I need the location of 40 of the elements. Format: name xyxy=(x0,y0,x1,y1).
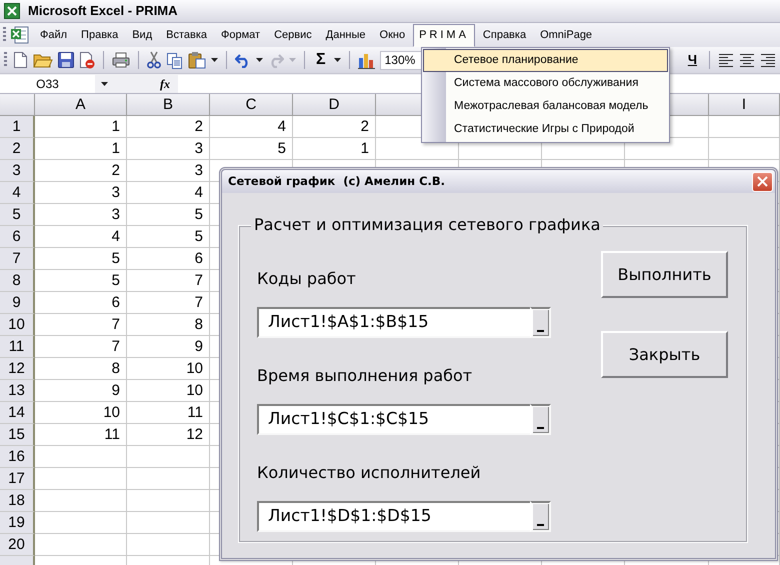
table-cell: 7 xyxy=(35,314,127,336)
window-title: Microsoft Excel - PRIMA xyxy=(28,2,178,20)
table-cell: 5 xyxy=(127,226,210,248)
table-cell: 9 xyxy=(127,336,210,358)
function-label: fx xyxy=(160,76,170,92)
table-cell: 3 xyxy=(35,182,127,204)
table-cell: 5 xyxy=(127,204,210,226)
field-label: Время выполнения работ xyxy=(257,365,474,387)
table-cell: 4 xyxy=(210,116,293,138)
field-label: Количество исполнителей xyxy=(257,462,482,484)
table-cell: 5 xyxy=(35,248,127,270)
table-cell: 8 xyxy=(127,314,210,336)
table-cell: 3 xyxy=(127,138,210,160)
table-cell: 7 xyxy=(127,292,210,314)
table-cell: 2 xyxy=(293,116,376,138)
table-cell: 8 xyxy=(35,358,127,380)
table-cell: 12 xyxy=(127,424,210,446)
table-cell: 5 xyxy=(35,270,127,292)
table-cell: 7 xyxy=(35,336,127,358)
table-cell: 6 xyxy=(127,248,210,270)
table-cell: 11 xyxy=(35,424,127,446)
table-cell: 4 xyxy=(35,226,127,248)
table-cell: 1 xyxy=(293,138,376,160)
dialog-title: Сетевой график (с) Амелин С.В. xyxy=(228,172,446,190)
table-cell: 11 xyxy=(127,402,210,424)
table-cell: 9 xyxy=(35,380,127,402)
table-cell: 3 xyxy=(35,204,127,226)
table-cell: 2 xyxy=(35,160,127,182)
table-cell: 1 xyxy=(35,138,127,160)
table-cell: 10 xyxy=(127,380,210,402)
table-cell: 7 xyxy=(127,270,210,292)
table-cell: 2 xyxy=(127,116,210,138)
table-cell: 1 xyxy=(35,116,127,138)
table-cell: 4 xyxy=(127,182,210,204)
table-cell: 10 xyxy=(127,358,210,380)
field-label: Коды работ xyxy=(257,268,357,290)
table-cell: 6 xyxy=(35,292,127,314)
table-cell: 3 xyxy=(127,160,210,182)
table-cell: 10 xyxy=(35,402,127,424)
table-cell: 5 xyxy=(210,138,293,160)
